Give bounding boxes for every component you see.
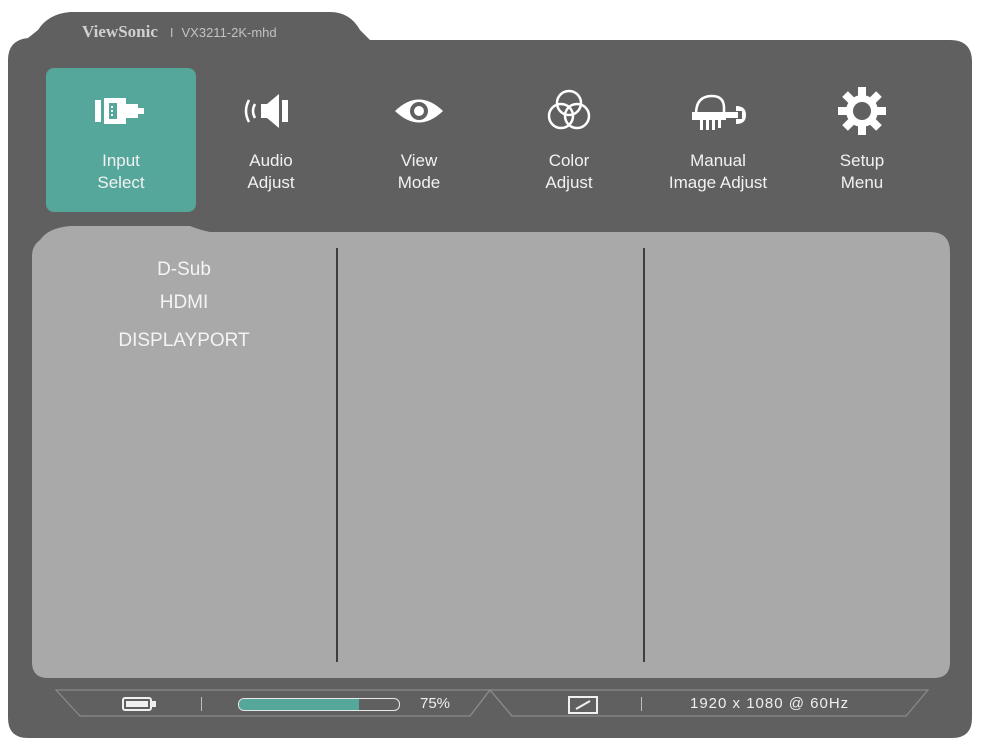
input-select-icon <box>95 98 144 124</box>
status-separator <box>201 697 202 711</box>
brand-header: ViewSonic I VX3211-2K-mhd <box>82 20 277 44</box>
menu-label-line1: Color <box>548 151 590 170</box>
menu-item-view-mode[interactable]: View Mode <box>344 68 494 212</box>
menu-label-line2: Menu <box>840 173 884 192</box>
menu-label-line2: Select <box>97 173 145 192</box>
option-d-sub[interactable]: D-Sub <box>157 259 211 281</box>
progress-label: 75% <box>420 695 451 712</box>
status-separator <box>641 697 642 711</box>
menu-item-input-select[interactable]: Input Select <box>46 68 196 212</box>
brand-separator: I <box>169 24 174 40</box>
menu-item-color-adjust[interactable]: Color Adjust <box>494 68 644 212</box>
color-circles-icon <box>547 89 591 130</box>
hand-wrench-icon <box>692 94 746 130</box>
menu-item-setup-menu[interactable]: Setup Menu <box>787 68 937 212</box>
model-name: VX3211-2K-mhd <box>181 24 277 40</box>
menu-label-line2: Image Adjust <box>668 173 768 192</box>
menu-label-line2: Adjust <box>247 173 295 192</box>
menu-label-line1: Setup <box>839 151 885 170</box>
menu-label-line1: View <box>400 151 438 170</box>
aspect-ratio-icon <box>568 696 598 714</box>
brand-name: ViewSonic <box>82 22 158 41</box>
menu-label-line1: Manual <box>690 151 746 170</box>
menu-label-line1: Audio <box>249 151 293 170</box>
menu-label-line2: Mode <box>397 173 441 192</box>
option-hdmi[interactable]: HDMI <box>160 292 209 314</box>
progress-bar[interactable] <box>238 698 400 711</box>
input-options-column: D-Sub HDMI DISPLAYPORT <box>32 236 336 662</box>
battery-icon <box>122 697 156 711</box>
gear-icon <box>838 87 886 135</box>
column-divider <box>336 248 338 662</box>
speaker-icon <box>244 94 288 128</box>
menu-item-manual-image-adjust[interactable]: Manual Image Adjust <box>643 68 793 212</box>
eye-icon <box>395 99 443 123</box>
menu-item-audio-adjust[interactable]: Audio Adjust <box>196 68 346 212</box>
progress-fill <box>239 699 359 710</box>
column-divider <box>643 248 645 662</box>
option-displayport[interactable]: DISPLAYPORT <box>118 330 249 352</box>
menu-label-line1: Input <box>102 151 140 170</box>
resolution-readout: 1920 x 1080 @ 60Hz <box>690 695 850 712</box>
menu-label-line2: Adjust <box>545 173 593 192</box>
